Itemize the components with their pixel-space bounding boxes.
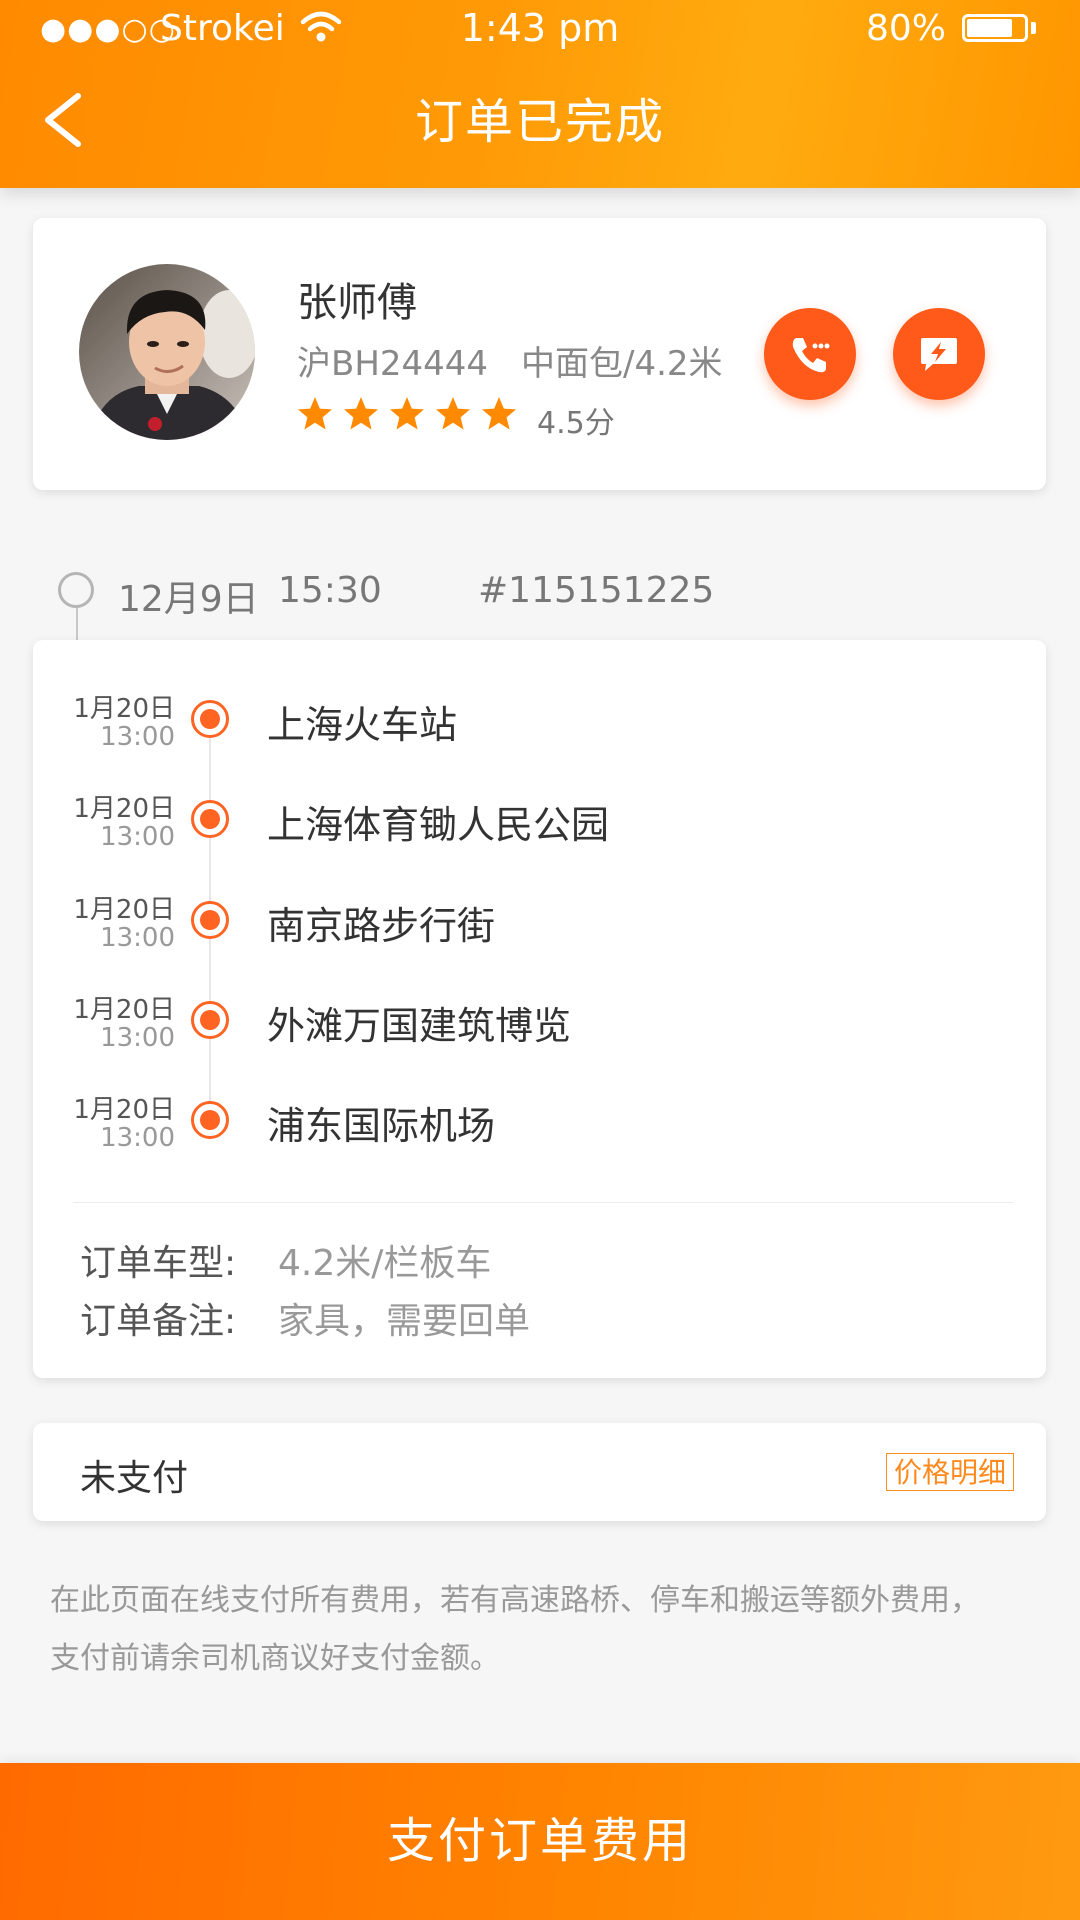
driver-avatar (79, 264, 255, 440)
header-bar: ●●●○○ Strokei 1:43 pm 80% 订单已完成 (0, 0, 1080, 188)
stop-dot-icon (191, 901, 229, 939)
payment-status: 未支付 (80, 1458, 189, 1499)
battery-fill (967, 19, 1012, 37)
stop-name: 上海体育锄人民公园 (267, 803, 610, 847)
stop-dot-icon (191, 800, 229, 838)
vehicle-type-label: 订单车型: (80, 1243, 237, 1284)
rating-score: 4.5分 (537, 406, 615, 441)
star-icon (298, 397, 332, 430)
route-stop: 1月20日 13:00 外滩万国建筑博览 (33, 985, 1046, 1075)
vehicle-type-row: 订单车型: 4.2米/栏板车 (80, 1234, 491, 1286)
driver-card: 张师傅 沪BH24444 中面包/4.2米 4.5分 (33, 218, 1046, 490)
stop-time: 13:00 (100, 1023, 175, 1053)
notice-line-2: 支付前请余司机商议好支付金额。 (50, 1641, 500, 1676)
star-icon (436, 397, 470, 430)
route-card: 1月20日 13:00 上海火车站 1月20日 13:00 上海体育锄人民公园 … (33, 640, 1046, 1378)
stop-dot-icon (191, 700, 229, 738)
stop-date: 1月20日 (73, 794, 175, 824)
timeline-start-circle (58, 572, 94, 608)
route-stop: 1月20日 13:00 浦东国际机场 (33, 1085, 1046, 1175)
message-icon (921, 338, 957, 371)
vehicle-type-value: 4.2米/栏板车 (278, 1243, 492, 1284)
stop-time: 13:00 (100, 722, 175, 752)
order-time: 15:30 (278, 570, 382, 611)
stop-dot-icon (191, 1001, 229, 1039)
route-divider (73, 1202, 1013, 1203)
message-driver-button[interactable] (893, 308, 985, 400)
stop-time: 13:00 (100, 1123, 175, 1153)
stop-date: 1月20日 (73, 694, 175, 724)
stop-name: 浦东国际机场 (267, 1104, 496, 1148)
star-icon (390, 397, 424, 430)
route-stop: 1月20日 13:00 上海体育锄人民公园 (33, 784, 1046, 874)
license-plate: 沪BH24444 (297, 344, 489, 384)
driver-name: 张师傅 (297, 280, 417, 326)
stop-time: 13:00 (100, 923, 175, 953)
star-icon (344, 397, 378, 430)
stop-date: 1月20日 (73, 1095, 175, 1125)
payment-status-card: 未支付 价格明细 (33, 1423, 1046, 1521)
order-number: #115151225 (478, 570, 715, 611)
route-stop: 1月20日 13:00 上海火车站 (33, 684, 1046, 774)
phone-icon (792, 338, 830, 373)
remark-row: 订单备注: 家具，需要回单 (80, 1292, 530, 1344)
page-title: 订单已完成 (414, 94, 665, 150)
stop-dot-icon (191, 1101, 229, 1139)
stop-date: 1月20日 (73, 895, 175, 925)
remark-label: 订单备注: (80, 1301, 237, 1342)
payment-notice: 在此页面在线支付所有费用，若有高速路桥、停车和搬运等额外费用， 支付前请余司机商… (50, 1572, 1040, 1688)
pay-order-button[interactable]: 支付订单费用 (0, 1763, 1080, 1920)
route-stop: 1月20日 13:00 南京路步行街 (33, 885, 1046, 975)
notice-line-1: 在此页面在线支付所有费用，若有高速路桥、停车和搬运等额外费用， (50, 1583, 980, 1618)
remark-value: 家具，需要回单 (278, 1301, 531, 1342)
timeline-connector (76, 608, 78, 640)
stop-name: 外滩万国建筑博览 (267, 1004, 572, 1048)
stop-date: 1月20日 (73, 995, 175, 1025)
price-detail-button[interactable]: 价格明细 (885, 1453, 1014, 1491)
call-driver-button[interactable] (764, 308, 856, 400)
stop-time: 13:00 (100, 822, 175, 852)
stop-name: 南京路步行街 (267, 904, 496, 948)
battery-icon (962, 14, 1028, 42)
stop-name: 上海火车站 (267, 703, 458, 747)
order-date: 12月9日 (118, 579, 259, 620)
star-icon (482, 397, 516, 430)
vehicle-spec: 中面包/4.2米 (521, 344, 723, 384)
battery-percent: 80% (866, 8, 947, 49)
status-bar: ●●●○○ Strokei 1:43 pm 80% (0, 0, 1080, 58)
battery-tip (1031, 22, 1036, 34)
order-meta: 12月9日 15:30 #115151225 (0, 560, 1080, 640)
